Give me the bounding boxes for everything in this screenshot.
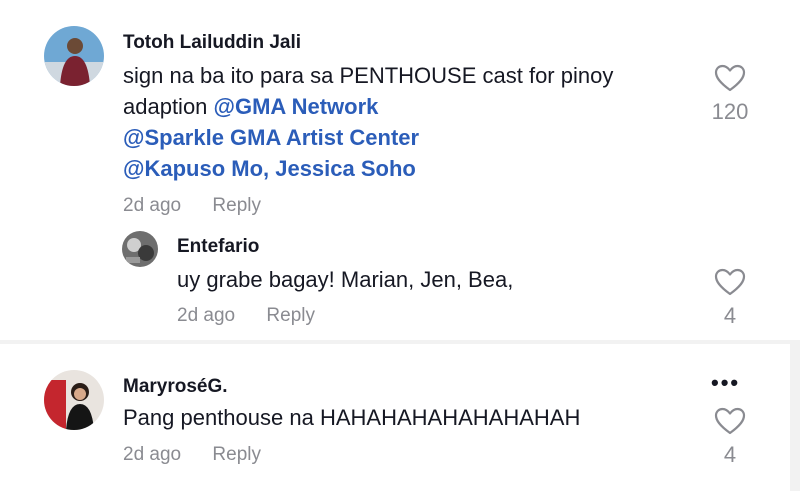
mention-link[interactable]: @Kapuso Mo, Jessica Soho: [123, 153, 613, 184]
comment-author[interactable]: Totoh Lailuddin Jali: [123, 32, 301, 54]
comment-text-line: adaption @GMA Network: [123, 91, 613, 122]
comment-meta: 2d ago Reply: [123, 444, 261, 466]
avatar[interactable]: [44, 370, 104, 430]
like-count: 4: [723, 442, 737, 467]
mention-link[interactable]: @Sparkle GMA Artist Center: [123, 122, 613, 153]
reply-button[interactable]: Reply: [212, 195, 261, 216]
heart-outline-icon[interactable]: [714, 407, 746, 435]
comment-text: sign na ba ito para sa PENTHOUSE cast fo…: [123, 60, 613, 184]
like-count: 120: [711, 99, 749, 124]
comment-text: Pang penthouse na HAHAHAHAHAHAHAHAH: [123, 405, 581, 430]
avatar[interactable]: [122, 231, 158, 267]
like-count: 4: [723, 303, 737, 328]
comment-text-fragment: adaption: [123, 94, 214, 119]
heart-outline-icon[interactable]: [714, 268, 746, 296]
comment-text-line: sign na ba ito para sa PENTHOUSE cast fo…: [123, 63, 614, 88]
reply-button[interactable]: Reply: [212, 444, 261, 465]
heart-outline-icon[interactable]: [714, 64, 746, 92]
reply-author[interactable]: Entefario: [177, 236, 259, 258]
timestamp: 2d ago: [123, 444, 182, 465]
avatar[interactable]: [44, 26, 104, 86]
reply-button[interactable]: Reply: [266, 305, 315, 326]
reply-text: uy grabe bagay! Marian, Jen, Bea,: [177, 267, 514, 292]
mention-link[interactable]: @GMA Network: [214, 94, 379, 119]
more-options-icon[interactable]: •••: [711, 370, 740, 396]
timestamp: 2d ago: [123, 195, 182, 216]
comment-author[interactable]: MaryroséG.: [123, 376, 228, 398]
timestamp: 2d ago: [177, 305, 236, 326]
comment-thread-2: MaryroséG. ••• Pang penthouse na HAHAHAH…: [0, 344, 790, 491]
comment-meta: 2d ago Reply: [123, 195, 261, 217]
comment-thread-1: Totoh Lailuddin Jali sign na ba ito para…: [0, 0, 800, 340]
reply-meta: 2d ago Reply: [177, 305, 315, 327]
